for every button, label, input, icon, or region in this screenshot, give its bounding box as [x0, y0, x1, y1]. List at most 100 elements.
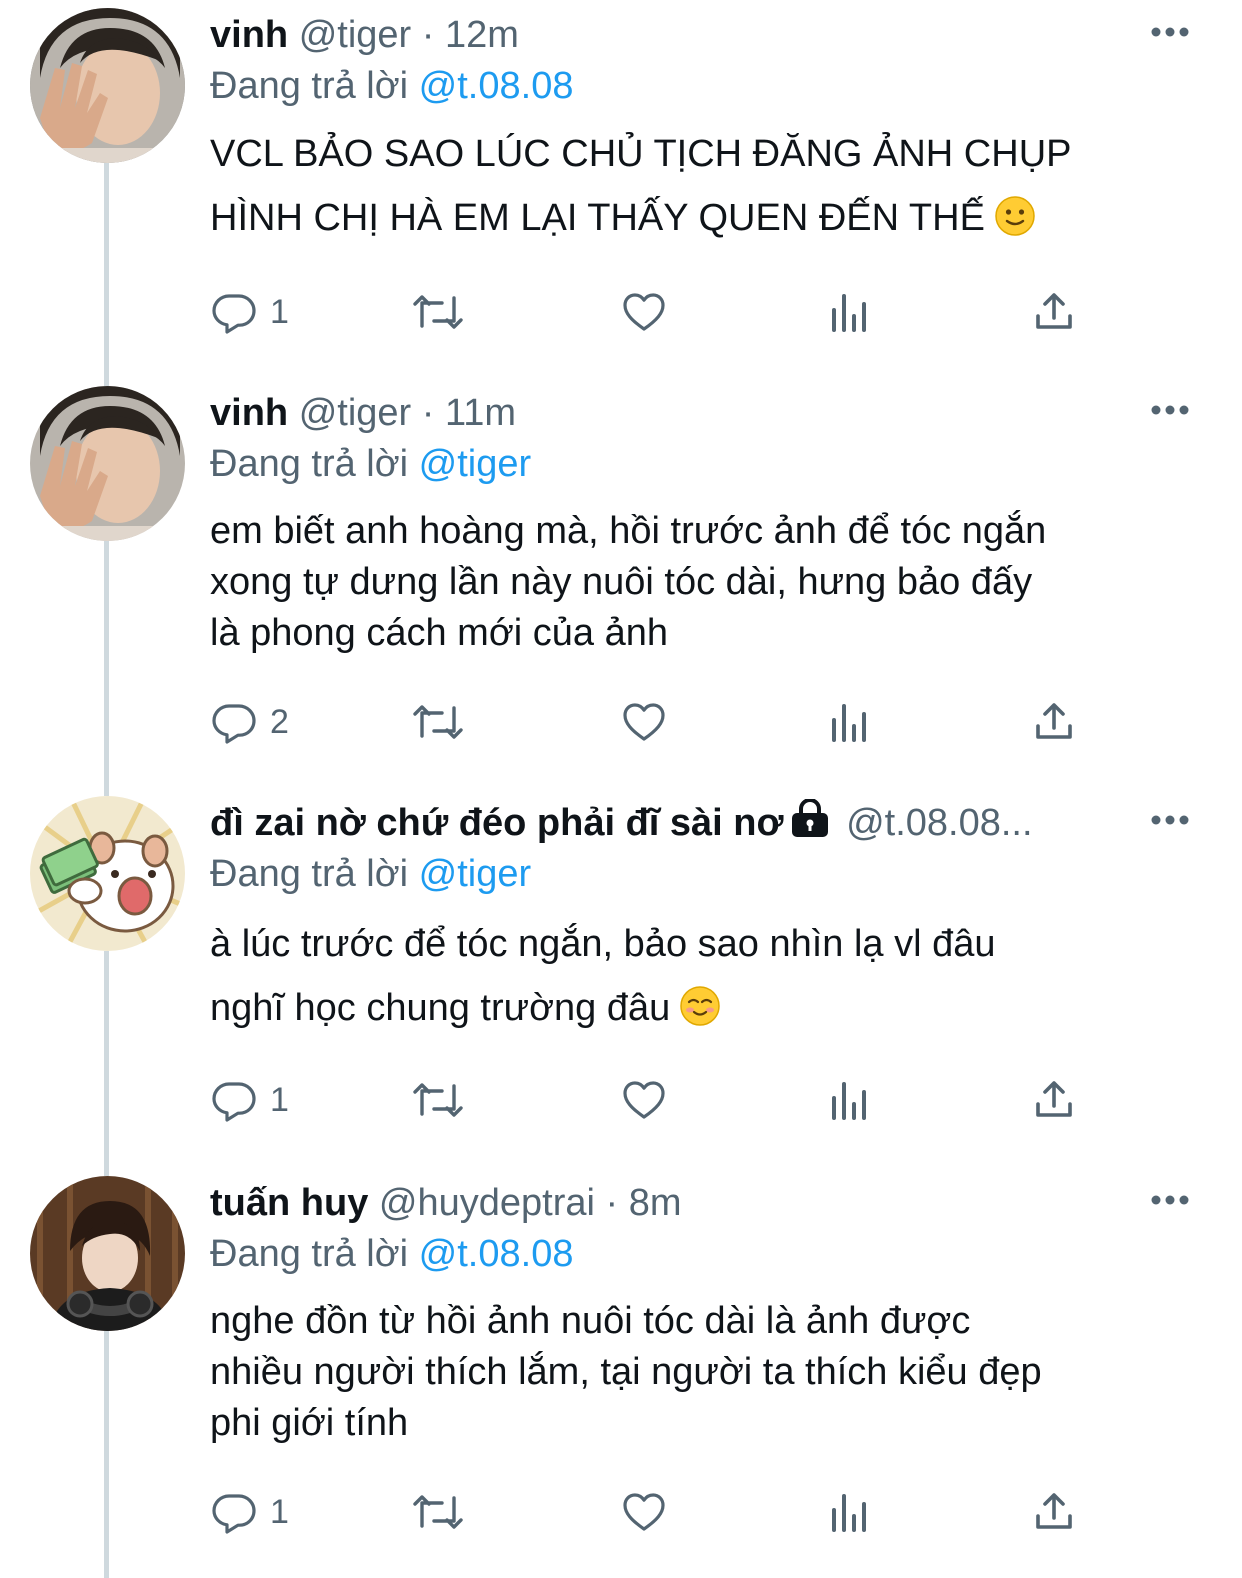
lock-icon [790, 798, 830, 848]
tweet-header: vinh @tiger · 11m [210, 388, 1190, 438]
reply-button[interactable]: 1 [210, 1070, 289, 1130]
user-handle[interactable]: @t.08.08... [846, 802, 1032, 844]
share-icon [1036, 1081, 1072, 1117]
tweet-actions: 2 [210, 692, 1110, 752]
retweet-button[interactable] [410, 1070, 466, 1130]
replying-prefix: Đang trả lời [210, 65, 409, 107]
heart-icon [623, 1081, 665, 1119]
share-icon [1036, 293, 1072, 329]
smiling-face-icon [680, 982, 720, 1046]
replying-to: Đang trả lời @tiger [210, 438, 531, 490]
retweet-icon [413, 1495, 463, 1529]
reply-icon [212, 704, 256, 744]
tweet-text: nghe đồn từ hồi ảnh nuôi tóc dài là ảnh … [210, 1296, 1200, 1449]
share-button[interactable] [1030, 1482, 1078, 1542]
share-icon [1036, 703, 1072, 739]
views-button[interactable] [825, 692, 873, 752]
more-icon[interactable] [1150, 400, 1190, 420]
reply-count: 1 [270, 1492, 289, 1531]
slightly-smiling-face-icon [995, 192, 1035, 256]
mention-link[interactable]: @tiger [419, 443, 532, 485]
tweet-text: em biết anh hoàng mà, hồi trước ảnh để t… [210, 506, 1200, 659]
views-icon [832, 294, 866, 332]
display-name[interactable]: vinh [210, 14, 288, 56]
retweet-button[interactable] [410, 1482, 466, 1542]
views-icon [832, 1494, 866, 1532]
reply-count: 1 [270, 1080, 289, 1119]
retweet-icon [413, 705, 463, 739]
replying-prefix: Đang trả lời [210, 853, 409, 895]
views-button[interactable] [825, 1482, 873, 1542]
tweet-text-body: em biết anh hoàng mà, hồi trước ảnh để t… [210, 510, 1047, 654]
tweet[interactable]: đì zai nờ chứ đéo phải đĩ sài nơ @t.08.0… [0, 788, 1242, 1168]
more-icon[interactable] [1150, 810, 1190, 830]
reply-icon [212, 294, 256, 334]
heart-icon [623, 1493, 665, 1531]
retweet-button[interactable] [410, 692, 466, 752]
like-button[interactable] [620, 692, 668, 752]
share-icon [1036, 1493, 1072, 1529]
views-icon [832, 1082, 866, 1120]
user-handle[interactable]: @tiger [299, 392, 412, 434]
like-button[interactable] [620, 1482, 668, 1542]
timestamp[interactable]: 8m [629, 1182, 682, 1224]
display-name[interactable]: đì zai nờ chứ đéo phải đĩ sài nơ [210, 802, 784, 844]
user-handle[interactable]: @tiger [299, 14, 412, 56]
like-button[interactable] [620, 1070, 668, 1130]
views-button[interactable] [825, 282, 873, 342]
timestamp[interactable]: 12m [445, 14, 519, 56]
tweet[interactable]: vinh @tiger · 11m Đang trả lời @tiger em… [0, 378, 1242, 788]
display-name[interactable]: tuấn huy [210, 1182, 368, 1224]
display-name[interactable]: vinh [210, 392, 288, 434]
avatar[interactable] [30, 386, 185, 541]
reply-button[interactable]: 2 [210, 692, 289, 752]
tweet-header: đì zai nờ chứ đéo phải đĩ sài nơ @t.08.0… [210, 798, 1190, 848]
reply-thread: vinh @tiger · 12m Đang trả lời @t.08.08 … [0, 0, 1242, 1578]
reply-count: 2 [270, 702, 289, 741]
separator: · [605, 1182, 619, 1224]
avatar[interactable] [30, 8, 185, 163]
reply-button[interactable]: 1 [210, 282, 289, 342]
tweet-header: vinh @tiger · 12m [210, 10, 1190, 60]
share-button[interactable] [1030, 692, 1078, 752]
tweet-text: à lúc trước để tóc ngắn, bảo sao nhìn lạ… [210, 912, 1200, 1046]
tweet-text-body: à lúc trước để tóc ngắn, bảo sao nhìn lạ… [210, 923, 996, 1029]
retweet-icon [413, 1083, 463, 1117]
mention-link[interactable]: @tiger [419, 853, 532, 895]
avatar[interactable] [30, 796, 185, 951]
replying-to: Đang trả lời @t.08.08 [210, 60, 573, 112]
heart-icon [623, 703, 665, 741]
retweet-icon [413, 295, 463, 329]
tweet-text: VCL BẢO SAO LÚC CHỦ TỊCH ĐĂNG ẢNH CHỤP H… [210, 122, 1200, 256]
tweet-actions: 1 [210, 1482, 1110, 1542]
heart-icon [623, 293, 665, 331]
share-button[interactable] [1030, 1070, 1078, 1130]
replying-prefix: Đang trả lời [210, 443, 409, 485]
tweet-actions: 1 [210, 1070, 1110, 1130]
reply-icon [212, 1494, 256, 1534]
tweet[interactable]: tuấn huy @huydeptrai · 8m Đang trả lời @… [0, 1168, 1242, 1578]
separator: · [421, 392, 435, 434]
tweet-text-body: VCL BẢO SAO LÚC CHỦ TỊCH ĐĂNG ẢNH CHỤP H… [210, 133, 1072, 239]
reply-button[interactable]: 1 [210, 1482, 289, 1542]
more-icon[interactable] [1150, 1190, 1190, 1210]
tweet-text-body: nghe đồn từ hồi ảnh nuôi tóc dài là ảnh … [210, 1300, 1042, 1444]
views-icon [832, 704, 866, 742]
tweet-header: tuấn huy @huydeptrai · 8m [210, 1178, 1190, 1228]
share-button[interactable] [1030, 282, 1078, 342]
like-button[interactable] [620, 282, 668, 342]
views-button[interactable] [825, 1070, 873, 1130]
retweet-button[interactable] [410, 282, 466, 342]
mention-link[interactable]: @t.08.08 [419, 65, 574, 107]
tweet-actions: 1 [210, 282, 1110, 342]
mention-link[interactable]: @t.08.08 [419, 1233, 574, 1275]
timestamp[interactable]: 11m [445, 392, 516, 434]
user-handle[interactable]: @huydeptrai [379, 1182, 595, 1224]
replying-to: Đang trả lời @t.08.08 [210, 1228, 573, 1280]
separator: · [421, 14, 435, 56]
tweet[interactable]: vinh @tiger · 12m Đang trả lời @t.08.08 … [0, 0, 1242, 378]
more-icon[interactable] [1150, 22, 1190, 42]
replying-to: Đang trả lời @tiger [210, 848, 531, 900]
avatar[interactable] [30, 1176, 185, 1331]
reply-count: 1 [270, 292, 289, 331]
